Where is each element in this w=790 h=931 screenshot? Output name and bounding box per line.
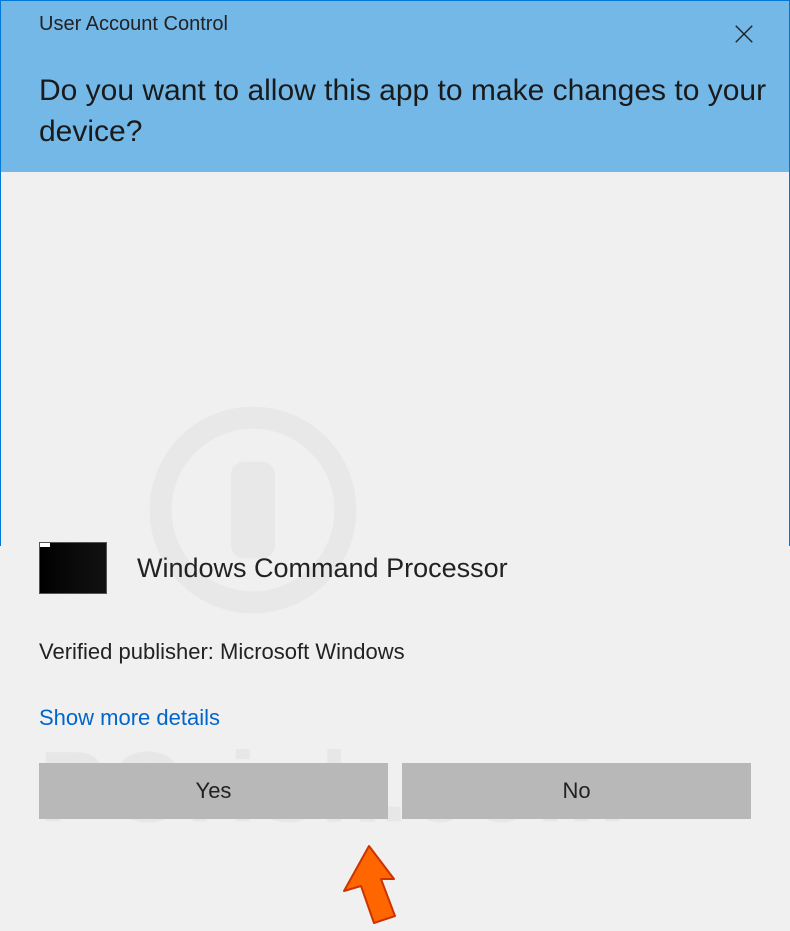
dialog-body: PCrisk.com Windows Command Processor Ver… xyxy=(1,172,789,929)
cmd-icon xyxy=(39,542,107,594)
prompt-text: Do you want to allow this app to make ch… xyxy=(39,71,767,152)
pointer-arrow-icon xyxy=(329,841,409,931)
dialog-header: User Account Control Do you want to allo… xyxy=(1,1,789,172)
close-button[interactable] xyxy=(729,19,759,49)
no-button[interactable]: No xyxy=(402,763,751,819)
app-info-row: Windows Command Processor xyxy=(39,542,751,594)
button-row: Yes No xyxy=(39,763,751,839)
publisher-info: Verified publisher: Microsoft Windows xyxy=(39,639,751,665)
yes-button[interactable]: Yes xyxy=(39,763,388,819)
close-icon xyxy=(733,23,755,45)
uac-dialog: User Account Control Do you want to allo… xyxy=(0,0,790,546)
show-details-link[interactable]: Show more details xyxy=(39,705,751,731)
app-name: Windows Command Processor xyxy=(137,553,508,584)
dialog-title: User Account Control xyxy=(39,13,767,36)
